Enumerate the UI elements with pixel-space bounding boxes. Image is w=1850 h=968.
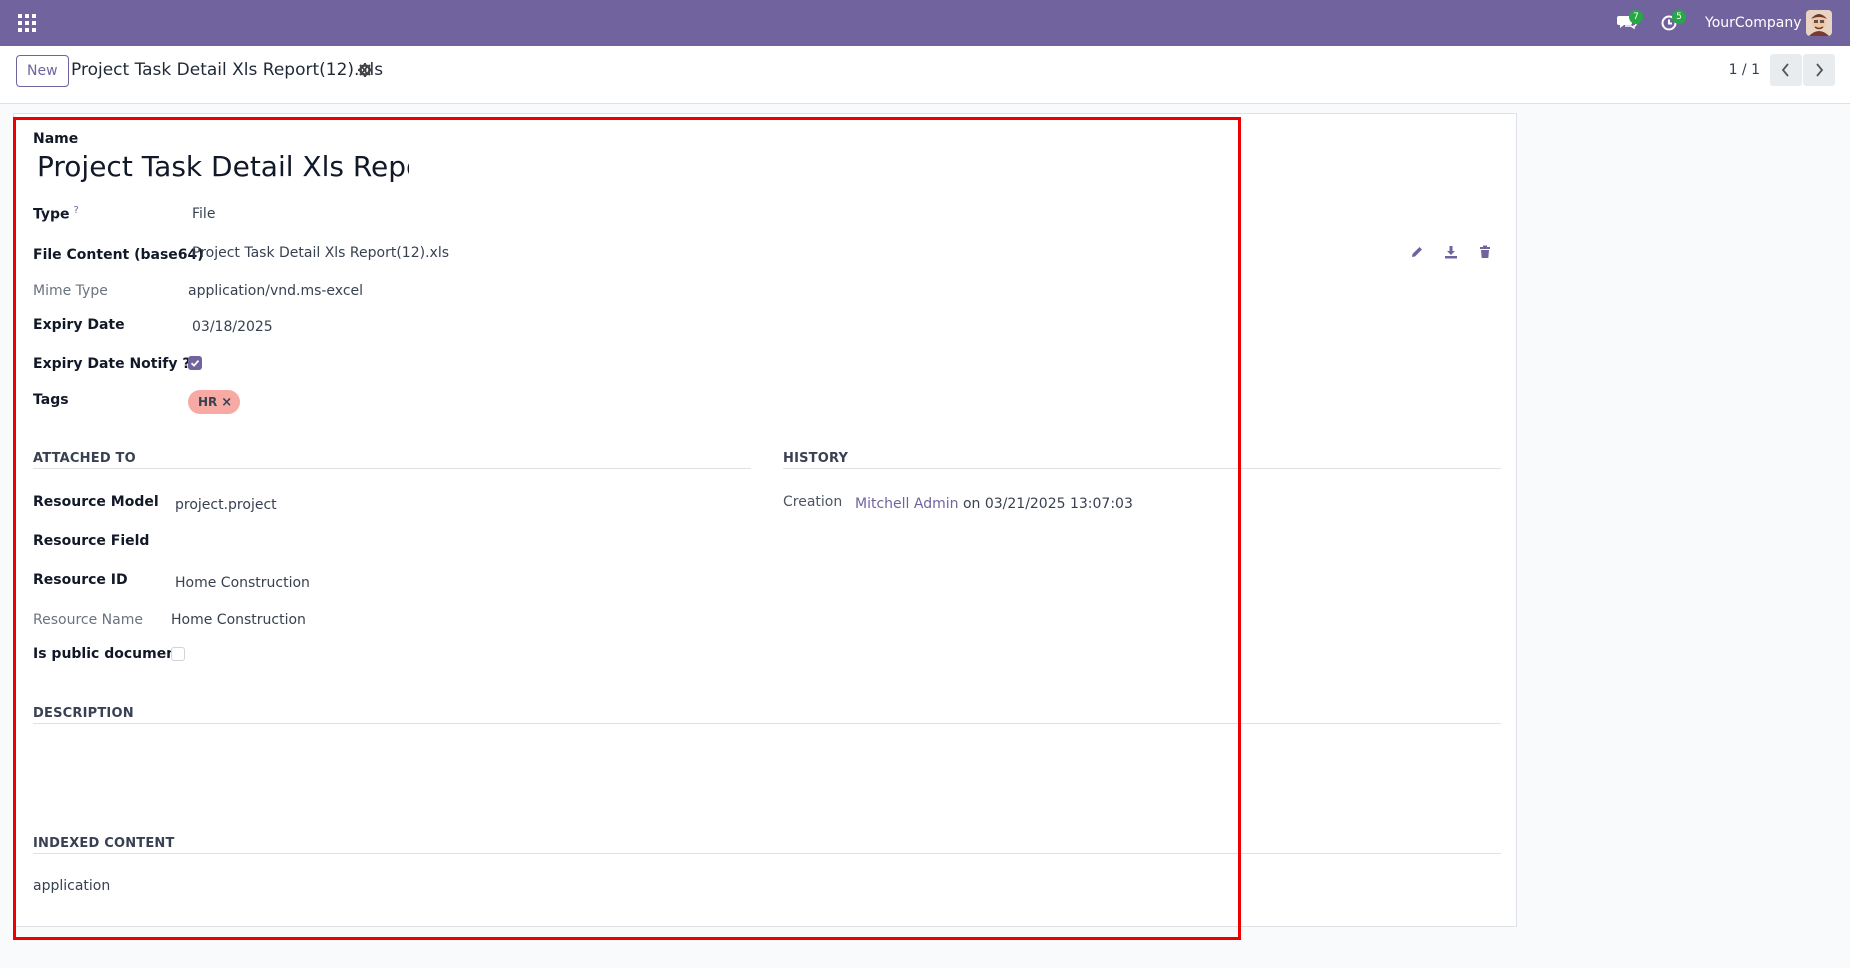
download-icon[interactable] — [1444, 245, 1460, 261]
company-name[interactable]: YourCompany — [1705, 15, 1802, 31]
resource-field-label: Resource Field — [33, 533, 150, 549]
history-section-title: HISTORY — [783, 451, 849, 466]
attached-to-divider — [33, 468, 751, 469]
resource-name-label: Resource Name — [33, 612, 143, 628]
pager-next-button[interactable] — [1803, 54, 1835, 86]
pager-value[interactable]: 1 / 1 — [1729, 62, 1760, 78]
edit-icon[interactable] — [1410, 245, 1426, 261]
delete-icon[interactable] — [1478, 245, 1494, 261]
creation-date: on 03/21/2025 13:07:03 — [962, 496, 1133, 512]
creation-label: Creation — [783, 494, 843, 510]
tag-remove-icon[interactable]: × — [221, 395, 232, 410]
chevron-right-icon — [1816, 63, 1824, 77]
creation-user-link[interactable]: Mitchell Admin — [855, 496, 959, 512]
type-field[interactable]: File — [192, 206, 215, 222]
top-navbar: 7 5 YourCompany — [0, 0, 1850, 46]
type-label: Type? — [33, 205, 79, 223]
control-panel: New Project Task Detail Xls Report(12).x… — [0, 46, 1850, 104]
history-divider — [783, 468, 1501, 469]
messages-count-badge: 7 — [1629, 10, 1643, 24]
mime-type-label: Mime Type — [33, 283, 108, 299]
apps-grid-icon[interactable] — [18, 14, 36, 32]
gear-icon[interactable] — [357, 62, 373, 78]
resource-model-label: Resource Model — [33, 494, 159, 510]
description-divider — [33, 723, 1501, 724]
indexed-content-value: application — [33, 878, 111, 894]
resource-id-label: Resource ID — [33, 572, 128, 588]
indexed-content-divider — [33, 853, 1501, 854]
name-field[interactable]: Project Task Detail Xls Report — [37, 150, 409, 188]
attached-to-section-title: ATTACHED TO — [33, 451, 136, 466]
public-document-checkbox[interactable] — [171, 647, 185, 661]
description-section-title: DESCRIPTION — [33, 706, 134, 721]
resource-model-field[interactable]: project.project — [175, 497, 277, 513]
type-help-icon[interactable]: ? — [74, 205, 79, 216]
tag-hr[interactable]: HR × — [188, 390, 241, 414]
public-document-label: Is public document — [33, 646, 183, 662]
pager-previous-button[interactable] — [1770, 54, 1802, 86]
tag-label: HR — [198, 395, 218, 409]
chat-icon[interactable]: 7 — [1617, 10, 1643, 33]
form-sheet — [13, 113, 1517, 927]
expiry-notify-label: Expiry Date Notify ?? — [33, 356, 199, 372]
clock-icon[interactable]: 5 — [1660, 10, 1686, 33]
resource-name-value: Home Construction — [171, 612, 306, 628]
resource-id-field[interactable]: Home Construction — [175, 575, 310, 591]
breadcrumb-title: Project Task Detail Xls Report(12).xls — [71, 60, 384, 80]
expiry-date-field[interactable]: 03/18/2025 — [192, 319, 273, 335]
creation-info: Mitchell Admin on 03/21/2025 13:07:03 — [855, 496, 1133, 512]
mime-type-value: application/vnd.ms-excel — [188, 283, 364, 299]
expiry-date-label: Expiry Date — [33, 317, 125, 333]
activities-count-badge: 5 — [1672, 10, 1686, 24]
chevron-left-icon — [1781, 63, 1789, 77]
checkmark-icon — [190, 359, 200, 367]
file-content-field[interactable]: Project Task Detail Xls Report(12).xls — [192, 245, 449, 261]
name-label: Name — [33, 131, 79, 147]
new-button[interactable]: New — [16, 55, 69, 87]
file-content-label: File Content (base64) — [33, 247, 204, 263]
user-avatar[interactable] — [1806, 10, 1832, 36]
indexed-content-section-title: INDEXED CONTENT — [33, 836, 175, 851]
expiry-notify-checkbox[interactable] — [188, 356, 202, 370]
tags-label: Tags — [33, 392, 69, 408]
